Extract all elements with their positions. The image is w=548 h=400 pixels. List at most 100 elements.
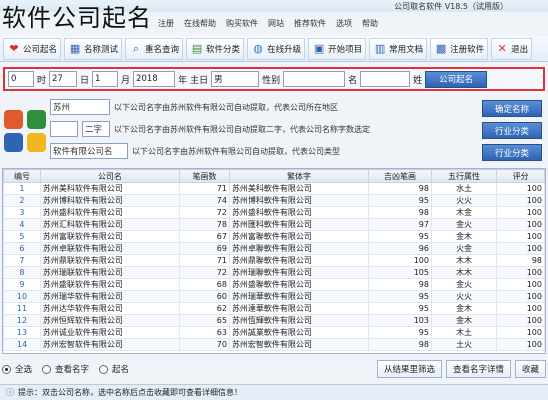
table-row[interactable]: 9 苏州盛联软件有限公司 68 苏州盛聯軟件有限公司 98 金火 100 (3, 278, 545, 291)
toolbar-button-duplicate-query[interactable]: ⌕ 重名查询 (125, 37, 184, 60)
toolbar-button-start-project[interactable]: ▣ 开始项目 (308, 37, 367, 60)
table-cell: 苏州诚业软件有限公司 (39, 326, 180, 339)
toolbar-button-company-naming[interactable]: ❤ 公司起名 (3, 37, 62, 60)
table-row[interactable]: 14 苏州宏智软件有限公司 70 苏州宏智軟件有限公司 98 土火 100 (3, 338, 545, 351)
table-row[interactable]: 2 苏州博科软件有限公司 74 苏州博科軟件有限公司 95 火火 100 (3, 194, 545, 207)
table-cell: 13 (3, 326, 41, 339)
company-naming-button[interactable]: 公司起名 (425, 70, 488, 88)
table-cell: 苏州達華軟件有限公司 (228, 302, 369, 315)
table-cell: 100 (496, 218, 545, 231)
region-field[interactable]: 苏州 (50, 99, 110, 115)
toolbar-button-software-category[interactable]: ▤ 软件分类 (186, 37, 245, 60)
table-cell: 8 (3, 266, 41, 279)
radio-label: 起名 (112, 365, 130, 375)
column-header[interactable]: 编号 (3, 169, 41, 183)
gender-select[interactable]: 男 (211, 71, 260, 87)
toolbar-button-register[interactable]: ▩ 注册软件 (430, 37, 489, 60)
confirm-name-button[interactable]: 确定名称 (482, 100, 542, 117)
table-cell: 苏州盛联软件有限公司 (39, 278, 180, 291)
menu-item-help[interactable]: 帮助 (362, 18, 378, 29)
table-row[interactable]: 7 苏州鼎联软件有限公司 71 苏州鼎聯軟件有限公司 100 木木 98 (3, 254, 545, 267)
column-header[interactable]: 繁体字 (228, 169, 369, 183)
table-cell: 103 (367, 314, 432, 327)
month-select[interactable]: 1 (92, 71, 119, 87)
toolbar-button-exit[interactable]: ✕ 退出 (491, 37, 533, 60)
length-input[interactable] (50, 121, 78, 137)
menu-item-help-online[interactable]: 在线帮助 (184, 18, 216, 29)
table-cell: 苏州恒辉软件有限公司 (39, 314, 180, 327)
length-select[interactable]: 二字 (82, 121, 110, 137)
table-row[interactable]: 6 苏州卓联软件有限公司 69 苏州卓聯軟件有限公司 96 火金 100 (3, 242, 545, 255)
table-cell: 苏州瑞聯軟件有限公司 (228, 266, 369, 279)
toolbar-button-online-upgrade[interactable]: ◍ 在线升级 (247, 37, 306, 60)
table-cell: 71 (178, 182, 230, 195)
table-cell: 65 (178, 314, 230, 327)
table-row[interactable]: 13 苏州诚业软件有限公司 63 苏州誠業軟件有限公司 95 木土 100 (3, 326, 545, 339)
table-row[interactable]: 12 苏州恒辉软件有限公司 65 苏州恆輝軟件有限公司 103 金木 100 (3, 314, 545, 327)
heart-icon: ❤ (9, 41, 19, 55)
toolbar-button-name-test[interactable]: ▦ 名称测试 (64, 37, 123, 60)
menu-item-website[interactable]: 网站 (268, 18, 284, 29)
table-cell: 70 (178, 338, 230, 351)
day-select[interactable]: 27 (49, 71, 78, 87)
info-icon: ⓘ (6, 388, 14, 397)
year-select[interactable]: 2018 (133, 71, 176, 87)
toolbar-label: 常用文档 (389, 44, 424, 55)
menu-item-recommend[interactable]: 推荐软件 (294, 18, 326, 29)
column-header[interactable]: 五行属性 (430, 169, 498, 183)
table-cell: 4 (3, 218, 41, 231)
table-row[interactable]: 11 苏州达华软件有限公司 62 苏州達華軟件有限公司 95 金木 100 (3, 302, 545, 315)
table-row[interactable]: 8 苏州瑞联软件有限公司 72 苏州瑞聯軟件有限公司 105 木木 100 (3, 266, 545, 279)
table-row[interactable]: 5 苏州富联软件有限公司 67 苏州富聯軟件有限公司 95 金木 100 (3, 230, 545, 243)
menu-item-buy[interactable]: 购买软件 (226, 18, 258, 29)
menu-item-options[interactable]: 选项 (336, 18, 352, 29)
type-field[interactable]: 软件有限公司名 (50, 143, 128, 159)
radio-naming[interactable] (99, 364, 109, 374)
table-cell: 100 (496, 314, 545, 327)
toolbar-button-documents[interactable]: ▥ 常用文档 (369, 37, 428, 60)
table-row[interactable]: 3 苏州盛科软件有限公司 72 苏州盛科軟件有限公司 98 木金 100 (3, 206, 545, 219)
surname-input[interactable] (360, 71, 411, 87)
table-cell: 苏州汇科软件有限公司 (39, 218, 180, 231)
table-cell: 苏州博科軟件有限公司 (228, 194, 369, 207)
option-description: 以下公司名字由苏州软件有限公司自动提取二字，代表公司名称字数选定 (114, 124, 370, 134)
table-cell: 土火 (430, 338, 498, 351)
column-header[interactable]: 公司名 (39, 169, 180, 183)
view-details-button[interactable]: 查看名字详情 (445, 360, 511, 378)
table-cell: 100 (496, 230, 545, 243)
table-cell: 100 (496, 326, 545, 339)
search-icon: ⌕ (132, 41, 140, 55)
table-cell: 95 (367, 230, 432, 243)
toolbar-label: 软件分类 (206, 44, 241, 55)
name-input[interactable] (283, 71, 346, 87)
column-header[interactable]: 笔画数 (178, 169, 230, 183)
column-header[interactable]: 评分 (496, 169, 545, 183)
table-cell: 100 (496, 266, 545, 279)
table-cell: 100 (367, 254, 432, 267)
filter-results-button[interactable]: 从结果里筛选 (376, 360, 442, 378)
table-cell: 98 (496, 254, 545, 267)
table-cell: 木木 (430, 266, 498, 279)
table-cell: 98 (367, 182, 432, 195)
column-header[interactable]: 吉凶笔画 (367, 169, 432, 183)
table-cell: 100 (496, 242, 545, 255)
table-cell: 苏州宏智軟件有限公司 (228, 338, 369, 351)
table-cell: 9 (3, 278, 41, 291)
table-cell: 火火 (430, 290, 498, 303)
radio-view-names[interactable] (42, 364, 52, 374)
table-row[interactable]: 10 苏州瑞华软件有限公司 60 苏州瑞華軟件有限公司 95 火火 100 (3, 290, 545, 303)
year-label: 年 (178, 75, 188, 86)
table-cell: 68 (178, 278, 230, 291)
table-cell: 苏州卓联软件有限公司 (39, 242, 180, 255)
favorite-button[interactable]: 收藏 (514, 360, 546, 378)
hour-select[interactable]: 0 (8, 71, 34, 87)
table-cell: 木木 (430, 254, 498, 267)
option-row-length: 二字 以下公司名字由苏州软件有限公司自动提取二字，代表公司名称字数选定 (50, 120, 480, 138)
industry-category-button[interactable]: 行业分类 (482, 122, 542, 139)
table-row[interactable]: 1 苏州美科软件有限公司 71 苏州美科軟件有限公司 98 水土 100 (3, 182, 545, 195)
menu-item-register[interactable]: 注册 (158, 18, 174, 29)
table-row[interactable]: 4 苏州汇科软件有限公司 78 苏州匯科軟件有限公司 97 金火 100 (3, 218, 545, 231)
toolbar-label: 重名查询 (145, 44, 180, 55)
industry-category-button-2[interactable]: 行业分类 (482, 144, 542, 161)
radio-select-all[interactable] (2, 364, 11, 374)
